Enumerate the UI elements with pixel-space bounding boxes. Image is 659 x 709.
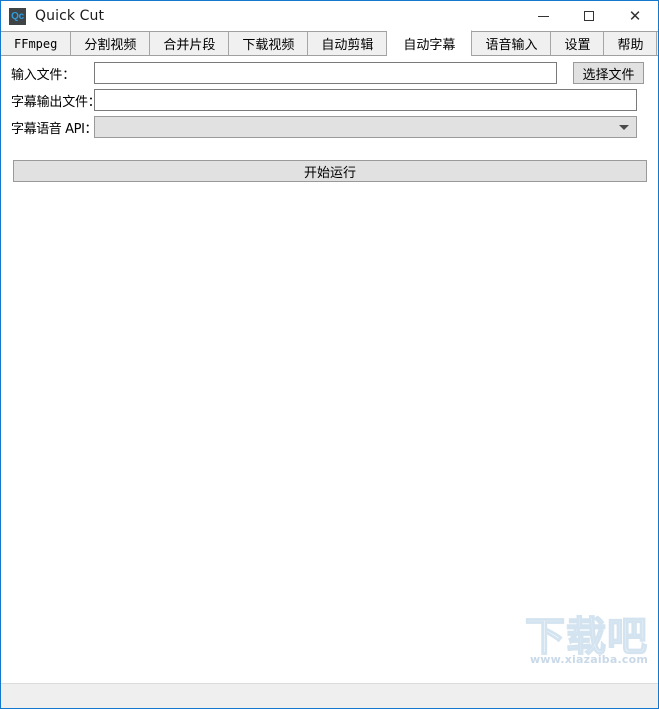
- tab-split-video[interactable]: 分割视频: [71, 32, 151, 55]
- tab-bar: FFmpeg 分割视频 合并片段 下载视频 自动剪辑 自动字幕 语音输入 设置 …: [1, 30, 658, 56]
- close-button[interactable]: ✕: [612, 1, 658, 31]
- tab-auto-edit[interactable]: 自动剪辑: [308, 32, 388, 55]
- subtitle-output-file-field[interactable]: [94, 89, 637, 111]
- subtitle-speech-api-select[interactable]: [94, 116, 637, 138]
- input-file-label: 输入文件：: [11, 67, 76, 83]
- chevron-down-icon: [619, 124, 629, 130]
- status-bar: [1, 683, 658, 708]
- subtitle-output-file-label: 字幕输出文件：: [11, 94, 101, 110]
- row-subtitle-output-file: 字幕输出文件：: [1, 89, 637, 111]
- close-icon: ✕: [628, 6, 642, 25]
- tab-voice-input[interactable]: 语音输入: [472, 32, 552, 55]
- tab-settings[interactable]: 设置: [551, 32, 605, 55]
- app-icon: Qc: [9, 7, 26, 25]
- watermark-logo-text: 下载吧: [524, 614, 648, 660]
- minimize-button[interactable]: [520, 1, 566, 31]
- minimize-icon: [537, 15, 549, 17]
- input-file-field[interactable]: [94, 62, 557, 84]
- window-controls: ✕: [520, 1, 658, 31]
- run-button[interactable]: 开始运行: [13, 160, 647, 182]
- tab-bar-filler: [657, 32, 658, 55]
- watermark-url: www.xiazaiba.com: [529, 653, 648, 666]
- choose-file-button[interactable]: 选择文件: [573, 62, 644, 84]
- row-input-file: 输入文件：: [1, 62, 557, 84]
- tab-panel-auto-subtitle: 输入文件： 选择文件 字幕输出文件： 字幕语音 API： 开始运行 下载吧 ww…: [1, 56, 658, 683]
- tab-download-video[interactable]: 下载视频: [229, 32, 309, 55]
- subtitle-speech-api-label: 字幕语音 API：: [11, 121, 98, 137]
- watermark: 下载吧 www.xiazaiba.com: [502, 614, 648, 669]
- title-bar: Qc Quick Cut ✕: [1, 1, 658, 31]
- window-title: Quick Cut: [35, 8, 105, 24]
- tab-auto-subtitle[interactable]: 自动字幕: [387, 30, 473, 56]
- row-subtitle-speech-api: 字幕语音 API：: [1, 116, 637, 138]
- app-window: Qc Quick Cut ✕ FFmpeg 分割视频 合并片段 下载视频 自动剪…: [0, 0, 659, 709]
- tab-merge-clips[interactable]: 合并片段: [150, 32, 230, 55]
- maximize-icon: [584, 11, 594, 21]
- maximize-button[interactable]: [566, 1, 612, 31]
- tab-help[interactable]: 帮助: [604, 32, 658, 55]
- tab-ffmpeg[interactable]: FFmpeg: [1, 32, 72, 55]
